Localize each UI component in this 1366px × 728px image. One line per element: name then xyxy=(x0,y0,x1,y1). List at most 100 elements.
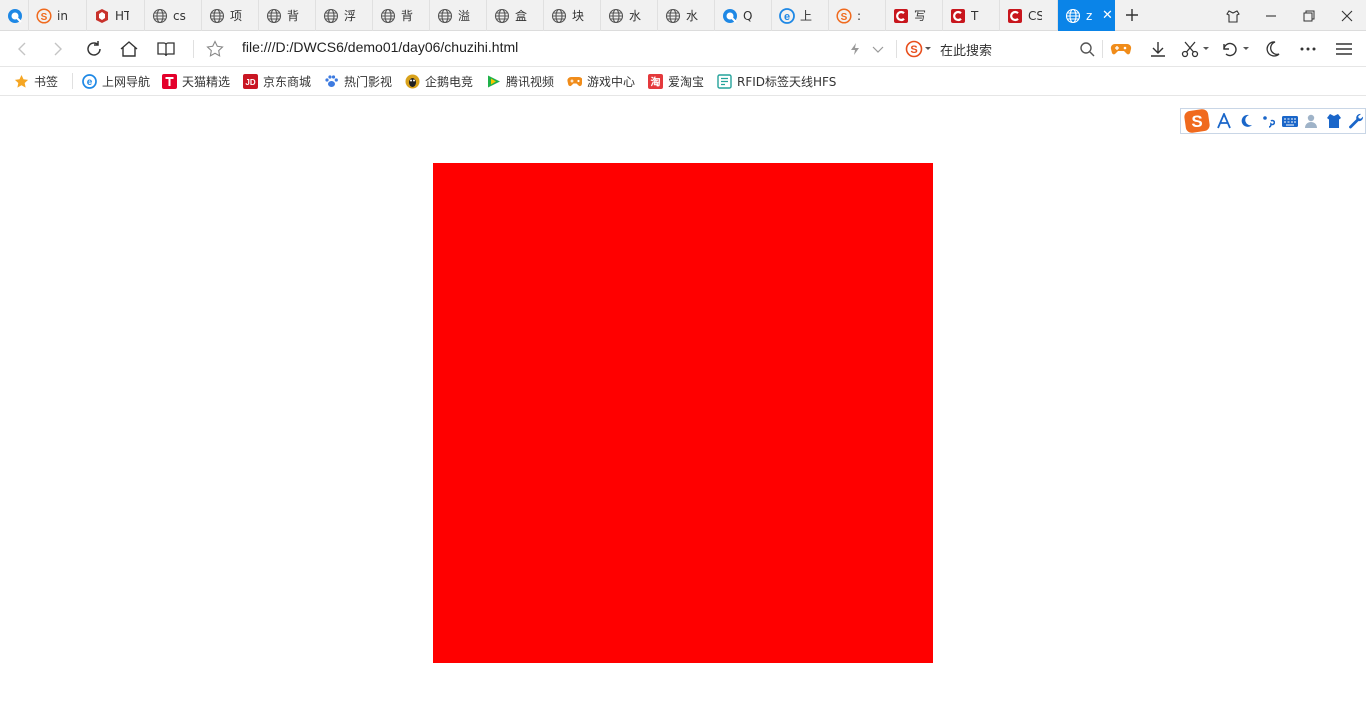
bookmark-item[interactable]: 企鹅电竞 xyxy=(405,72,473,90)
bookmark-label: 上网导航 xyxy=(102,74,151,89)
browser-tab[interactable]: Sin xyxy=(29,0,87,31)
undo-close-button[interactable] xyxy=(1220,37,1252,61)
game-center-button[interactable] xyxy=(1109,37,1133,61)
bookmark-item[interactable]: 天猫精选 xyxy=(162,72,230,90)
lightning-icon xyxy=(851,43,859,55)
tab-title: 盒 xyxy=(515,9,528,23)
gamepad-icon xyxy=(1110,43,1132,55)
browser-tab[interactable]: 盒 xyxy=(487,0,544,31)
ime-settings[interactable] xyxy=(1347,112,1365,130)
bookmark-star-button[interactable] xyxy=(203,37,227,61)
home-icon xyxy=(120,41,138,57)
ime-chinese-mode[interactable] xyxy=(1215,112,1233,130)
book-icon xyxy=(157,42,175,57)
tab-title: T xyxy=(971,8,979,23)
back-arrow-icon xyxy=(18,42,26,56)
globe-icon xyxy=(608,8,624,24)
svg-text:S: S xyxy=(1191,112,1202,131)
url-dropdown-button[interactable] xyxy=(866,37,890,61)
bookmark-label: 企鹅电竞 xyxy=(425,74,474,89)
browser-tab[interactable]: 项 xyxy=(202,0,259,31)
close-window-button[interactable] xyxy=(1329,0,1365,31)
tab-title: HT xyxy=(115,8,129,23)
reload-button[interactable] xyxy=(82,37,106,61)
divider xyxy=(896,40,897,58)
browser-tab[interactable]: 水 xyxy=(658,0,715,31)
tab-strip: SinHTcs项背浮背溢盒块水水Qe上S:写TCSz✕ xyxy=(0,0,1366,31)
minimize-button[interactable] xyxy=(1253,0,1289,31)
bookmark-item[interactable]: 热门影视 xyxy=(324,72,392,90)
sogou-icon: S xyxy=(36,7,52,24)
svg-text:e: e xyxy=(784,11,790,23)
sogou-icon: S xyxy=(836,7,852,24)
browser-tab[interactable]: 块 xyxy=(544,0,601,31)
browser-tab[interactable]: 背 xyxy=(373,0,430,31)
ime-user-account[interactable] xyxy=(1303,112,1321,130)
gamepad-icon xyxy=(567,74,582,89)
keyboard-icon xyxy=(1282,116,1298,127)
bookmark-item[interactable]: 腾讯视频 xyxy=(486,72,554,90)
bookmark-item[interactable]: 淘爱淘宝 xyxy=(648,72,704,90)
sogou-ime-logo[interactable]: S xyxy=(1183,109,1211,133)
home-button[interactable] xyxy=(117,37,141,61)
new-tab-button[interactable] xyxy=(1121,4,1143,26)
screenshot-button[interactable] xyxy=(1180,37,1212,61)
browser-tab[interactable]: e上 xyxy=(772,0,829,31)
bookmark-label: 书签 xyxy=(34,74,59,89)
tencent-video-icon xyxy=(486,74,501,89)
menu-button[interactable] xyxy=(1332,37,1356,61)
tab-title: 水 xyxy=(686,9,699,23)
browser-tab[interactable]: 浮 xyxy=(316,0,373,31)
downloads-button[interactable] xyxy=(1146,37,1170,61)
browser-tab[interactable]: 写 xyxy=(886,0,943,31)
browser-tab[interactable]: 背 xyxy=(259,0,316,31)
bookmark-item[interactable]: 书签 xyxy=(14,72,68,90)
ime-punctuation-toggle[interactable] xyxy=(1259,112,1277,130)
csdn-icon xyxy=(893,8,909,24)
address-url[interactable]: file:///D:/DWCS6/demo01/day06/chuzihi.ht… xyxy=(242,39,518,55)
bookmark-item[interactable]: JD 京东商城 xyxy=(243,72,311,90)
search-input[interactable]: 在此搜索 xyxy=(940,40,992,59)
close-icon xyxy=(1341,10,1353,21)
minimize-icon xyxy=(1266,14,1276,17)
browser-tab[interactable]: Q xyxy=(715,0,772,31)
browser-tab[interactable]: CS xyxy=(1000,0,1058,31)
bookmark-label: 热门影视 xyxy=(344,74,393,89)
tab-title: 写 xyxy=(914,9,927,23)
globe-icon xyxy=(437,8,453,24)
bookmark-item[interactable]: e 上网导航 xyxy=(82,72,150,90)
speed-mode-button[interactable] xyxy=(843,37,867,61)
bookmark-item[interactable]: RFID标签天线HFS xyxy=(717,72,836,90)
browser-tab[interactable]: cs xyxy=(145,0,202,31)
bookmark-label: 腾讯视频 xyxy=(506,74,555,89)
tab-title: 浮 xyxy=(344,9,357,23)
browser-tab[interactable]: T xyxy=(943,0,1000,31)
browser-tab[interactable] xyxy=(0,0,29,31)
browser-tab[interactable]: S: xyxy=(829,0,886,31)
night-mode-button[interactable] xyxy=(1260,37,1284,61)
bookmark-label: 游戏中心 xyxy=(587,74,636,89)
punctuation-icon xyxy=(1263,116,1275,128)
more-button[interactable] xyxy=(1296,37,1320,61)
bookmark-item[interactable]: 游戏中心 xyxy=(567,72,635,90)
bookmark-label: 天猫精选 xyxy=(182,74,231,89)
back-button[interactable] xyxy=(10,37,34,61)
restore-button[interactable] xyxy=(1291,0,1327,31)
tab-menu-button[interactable] xyxy=(1215,0,1251,31)
browser-tab[interactable]: 水 xyxy=(601,0,658,31)
ime-skin[interactable] xyxy=(1325,112,1343,130)
browser-tab[interactable]: HT xyxy=(87,0,145,31)
reload-icon xyxy=(87,41,101,56)
forward-button[interactable] xyxy=(46,37,70,61)
search-button[interactable] xyxy=(1075,37,1099,61)
browser-tab[interactable]: 溢 xyxy=(430,0,487,31)
ime-soft-keyboard[interactable] xyxy=(1281,112,1299,130)
tab-close-icon[interactable]: ✕ xyxy=(1102,8,1113,23)
ime-fullwidth-toggle[interactable] xyxy=(1237,112,1255,130)
reading-mode-button[interactable] xyxy=(154,37,178,61)
wrench-icon xyxy=(1349,113,1364,129)
svg-text:S: S xyxy=(910,44,917,56)
tab-title: 溢 xyxy=(458,9,471,23)
browser-tab[interactable]: z ✕ xyxy=(1058,0,1115,31)
search-engine-selector[interactable]: S xyxy=(904,37,936,61)
